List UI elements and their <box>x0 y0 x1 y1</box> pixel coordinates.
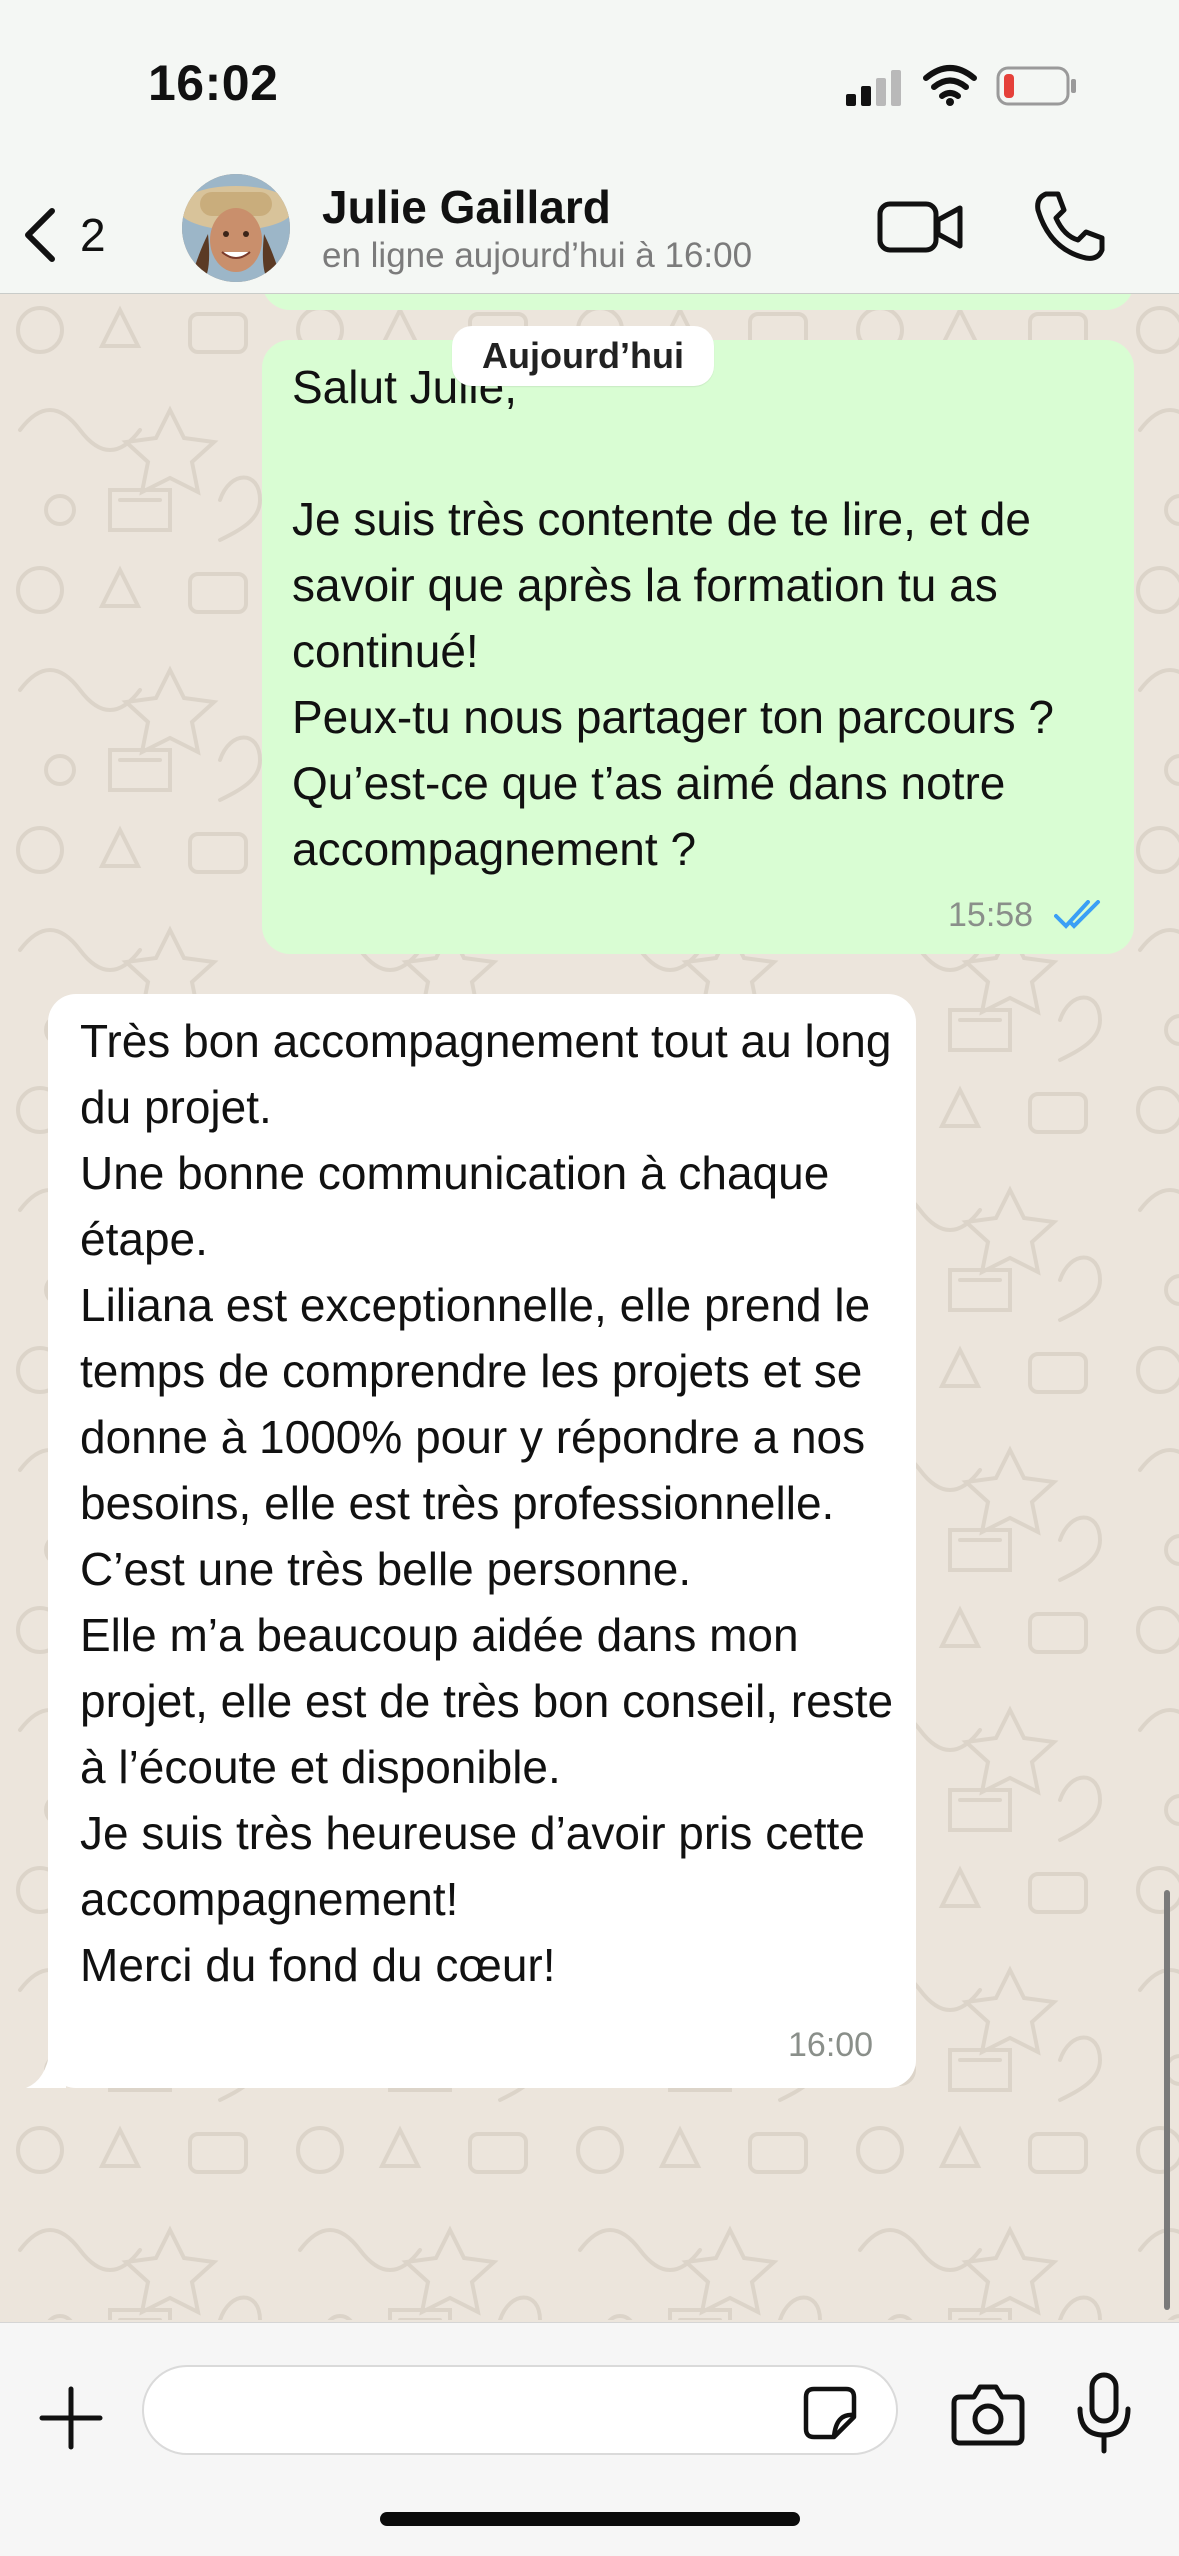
camera-icon <box>951 2384 1025 2446</box>
plus-icon <box>39 2386 103 2450</box>
voice-call-button[interactable] <box>1028 186 1108 266</box>
date-separator: Aujourd’hui <box>452 326 714 386</box>
sticker-icon[interactable] <box>800 2383 860 2443</box>
sent-message-text: Salut Julie, Je suis très contente de te… <box>292 361 1055 875</box>
contact-avatar[interactable] <box>182 174 290 282</box>
video-camera-icon <box>877 201 963 253</box>
received-message-time: 16:00 <box>788 2026 874 2064</box>
read-receipt-icon <box>1054 900 1100 929</box>
home-indicator[interactable] <box>380 2512 800 2526</box>
sent-message-time: 15:58 <box>948 896 1034 934</box>
message-input[interactable] <box>142 2365 898 2455</box>
microphone-button[interactable] <box>1074 2371 1134 2455</box>
contact-last-seen: en ligne aujourd’hui à 16:00 <box>322 236 753 275</box>
wifi-icon <box>923 65 977 106</box>
battery-low-icon <box>996 66 1076 106</box>
cellular-signal-icon <box>846 70 901 106</box>
avatar-photo <box>182 174 290 282</box>
contact-name[interactable]: Julie Gaillard <box>322 180 611 234</box>
attach-button[interactable] <box>36 2383 106 2453</box>
scroll-indicator[interactable] <box>1164 1890 1170 2310</box>
microphone-icon <box>1077 2372 1131 2454</box>
unread-chats-count: 2 <box>80 209 106 261</box>
phone-icon <box>1035 191 1105 261</box>
status-time: 16:02 <box>148 55 279 111</box>
received-message-bubble[interactable]: Très bon accompagnement tout au long du … <box>48 994 916 2088</box>
received-message-text: Très bon accompagnement tout au long du … <box>80 1015 894 1991</box>
video-call-button[interactable] <box>876 192 966 262</box>
back-chevron-icon <box>25 208 55 262</box>
back-button[interactable]: 2 <box>20 190 130 280</box>
chat-screen: 16:02 2 Julie Gaillard en ligne aujourd’… <box>0 0 1179 2556</box>
camera-button[interactable] <box>950 2379 1026 2449</box>
status-bar: 16:02 <box>0 0 1179 170</box>
sent-message-bubble[interactable]: Salut Julie, Je suis très contente de te… <box>262 340 1134 954</box>
chat-header: 2 Julie Gaillard en ligne aujourd’hui à … <box>0 170 1179 294</box>
